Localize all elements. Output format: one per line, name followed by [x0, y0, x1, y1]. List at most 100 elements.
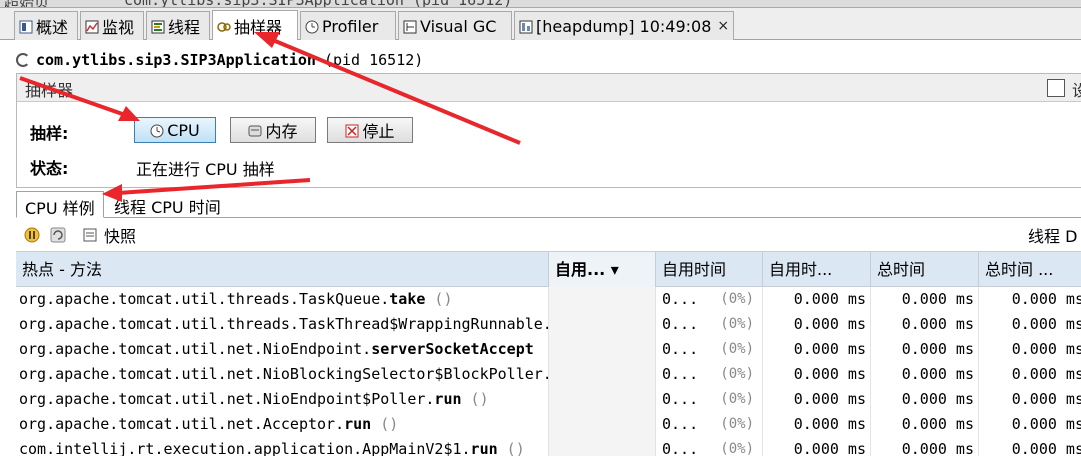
table-header: 热点 - 方法 自用... ▾ 自用时间 自用时... 总时间 总时间 ...	[16, 251, 1081, 287]
tab-sampler[interactable]: 抽样器	[212, 10, 298, 40]
table-row[interactable]: org.apache.tomcat.util.net.NioEndpoint.s…	[16, 337, 1081, 362]
stop-button-label: 停止	[362, 122, 395, 141]
status-label: 状态:	[30, 159, 69, 178]
total-time-cpu-cell: 0.000 ms	[979, 412, 1081, 437]
self-percent-bar	[549, 387, 656, 412]
self-time-value: 0...	[662, 315, 699, 333]
total-time-cell: 0.000 ms	[871, 437, 979, 456]
visualgc-icon	[403, 19, 417, 34]
self-time-cpu-cell: 0.000 ms	[763, 362, 871, 387]
total-time-cell: 0.000 ms	[871, 337, 979, 362]
total-time-cpu-cell: 0.000 ms	[979, 362, 1081, 387]
method-name: run	[470, 440, 498, 456]
self-time-cpu-cell: 0.000 ms	[763, 412, 871, 437]
self-percent-bar	[549, 437, 656, 456]
method-cell: org.apache.tomcat.util.threads.TaskThrea…	[16, 312, 549, 337]
total-time-cell: 0.000 ms	[871, 287, 979, 312]
table-row[interactable]: org.apache.tomcat.util.net.NioBlockingSe…	[16, 362, 1081, 387]
table-row[interactable]: org.apache.tomcat.util.net.NioEndpoint$P…	[16, 387, 1081, 412]
tab-threads[interactable]: 线程	[146, 11, 210, 40]
tab-monitor[interactable]: 监视	[80, 11, 144, 40]
close-icon[interactable]: ×	[717, 18, 729, 34]
tab-cpu-samples[interactable]: CPU 样例	[16, 191, 104, 218]
col-total-time-cpu[interactable]: 总时间 ...	[979, 252, 1081, 287]
tab-profiler[interactable]: Profiler	[300, 11, 396, 40]
memory-icon	[248, 123, 262, 137]
table-row[interactable]: org.apache.tomcat.util.threads.TaskQueue…	[16, 287, 1081, 312]
self-time-cpu-cell: 0.000 ms	[763, 437, 871, 456]
col-hotspot-method[interactable]: 热点 - 方法	[16, 252, 549, 287]
tab-label: 概述	[36, 18, 69, 37]
memory-sample-button[interactable]: 内存	[230, 117, 316, 143]
settings-label: 设	[1072, 81, 1081, 100]
method-cell: org.apache.tomcat.util.net.NioEndpoint$P…	[16, 387, 549, 412]
table-row[interactable]: org.apache.tomcat.util.net.Acceptor.run …	[16, 412, 1081, 437]
total-time-cpu-cell: 0.000 ms	[979, 337, 1081, 362]
self-percent-bar	[549, 362, 656, 387]
method-name: run	[344, 415, 372, 433]
stop-icon	[345, 123, 359, 138]
snapshot-label[interactable]: 快照	[104, 223, 136, 247]
self-time-cpu-cell: 0.000 ms	[763, 387, 871, 412]
start-page-tab-label[interactable]: 超始页	[4, 0, 49, 7]
app-tab-label[interactable]: com.ytlibs.sip3.SIP3Application (pid 165…	[124, 0, 512, 7]
total-time-cell: 0.000 ms	[871, 362, 979, 387]
tab-heapdump[interactable]: [heapdump] 10:49:08 ×	[514, 11, 734, 40]
total-time-cpu-cell: 0.000 ms	[979, 287, 1081, 312]
col-self-time-cpu[interactable]: 自用时...	[763, 252, 871, 287]
self-time-value: 0...	[662, 340, 699, 358]
tab-label: Visual GC	[420, 16, 497, 36]
method-params: ()	[425, 290, 453, 308]
self-time-value: 0...	[662, 415, 699, 433]
app-name: com.ytlibs.sip3.SIP3Application	[36, 51, 316, 69]
hotspot-table: 热点 - 方法 自用... ▾ 自用时间 自用时... 总时间 总时间 ... …	[16, 251, 1081, 456]
snapshot-icon[interactable]	[82, 227, 98, 243]
monitor-icon	[85, 19, 99, 34]
memory-button-label: 内存	[265, 122, 298, 141]
method-params: ()	[461, 390, 489, 408]
stop-button[interactable]: 停止	[327, 117, 413, 143]
overview-icon	[19, 19, 33, 34]
results-toolbar: 快照 线程 D	[16, 222, 1081, 248]
self-time-cell: 0... (0%)	[656, 412, 763, 437]
table-row[interactable]: com.intellij.rt.execution.application.Ap…	[16, 437, 1081, 456]
pause-icon[interactable]	[24, 227, 40, 243]
self-time-cell: 0... (0%)	[656, 387, 763, 412]
self-time-cell: 0... (0%)	[656, 287, 763, 312]
table-row[interactable]: org.apache.tomcat.util.threads.TaskThrea…	[16, 312, 1081, 337]
method-prefix: org.apache.tomcat.util.threads.TaskQueue…	[19, 290, 390, 308]
col-total-time[interactable]: 总时间	[871, 252, 979, 287]
total-time-cpu-cell: 0.000 ms	[979, 387, 1081, 412]
tab-label: 抽样器	[234, 17, 283, 37]
col-self-percent[interactable]: 自用... ▾	[549, 252, 656, 287]
self-time-percent: (0%)	[720, 341, 754, 357]
self-percent-bar	[549, 412, 656, 437]
method-name: take	[389, 290, 426, 308]
cpu-sample-button[interactable]: CPU	[134, 117, 216, 143]
thread-dump-label[interactable]: 线程 D	[1028, 223, 1077, 247]
clock-icon	[150, 123, 164, 138]
col-self-time[interactable]: 自用时间	[656, 252, 763, 287]
total-time-cell: 0.000 ms	[871, 387, 979, 412]
sampler-panel-header: 抽样器 设	[17, 74, 1081, 102]
self-percent-bar	[549, 287, 656, 312]
method-prefix: org.apache.tomcat.util.net.NioEndpoint$P…	[19, 390, 435, 408]
sampler-subtabs: CPU 样例 线程 CPU 时间	[16, 190, 1081, 218]
self-time-percent: (0%)	[720, 441, 754, 456]
heapdump-icon	[519, 19, 533, 34]
tab-label: [heapdump] 10:49:08	[536, 16, 712, 36]
refresh-icon[interactable]	[50, 227, 66, 243]
settings-checkbox[interactable]	[1047, 79, 1065, 97]
self-time-value: 0...	[662, 365, 699, 383]
method-cell: org.apache.tomcat.util.threads.TaskQueue…	[16, 287, 549, 312]
tab-visual-gc[interactable]: Visual GC	[398, 11, 512, 40]
self-time-cpu-cell: 0.000 ms	[763, 287, 871, 312]
method-params: ()	[371, 415, 399, 433]
tab-thread-cpu-time[interactable]: 线程 CPU 时间	[106, 191, 229, 218]
method-cell: org.apache.tomcat.util.net.NioBlockingSe…	[16, 362, 549, 387]
self-time-cell: 0... (0%)	[656, 437, 763, 456]
tab-label: Profiler	[322, 16, 379, 36]
tab-overview[interactable]: 概述	[14, 11, 78, 40]
sampler-icon	[217, 19, 231, 33]
status-value: 正在进行 CPU 抽样	[136, 160, 275, 179]
